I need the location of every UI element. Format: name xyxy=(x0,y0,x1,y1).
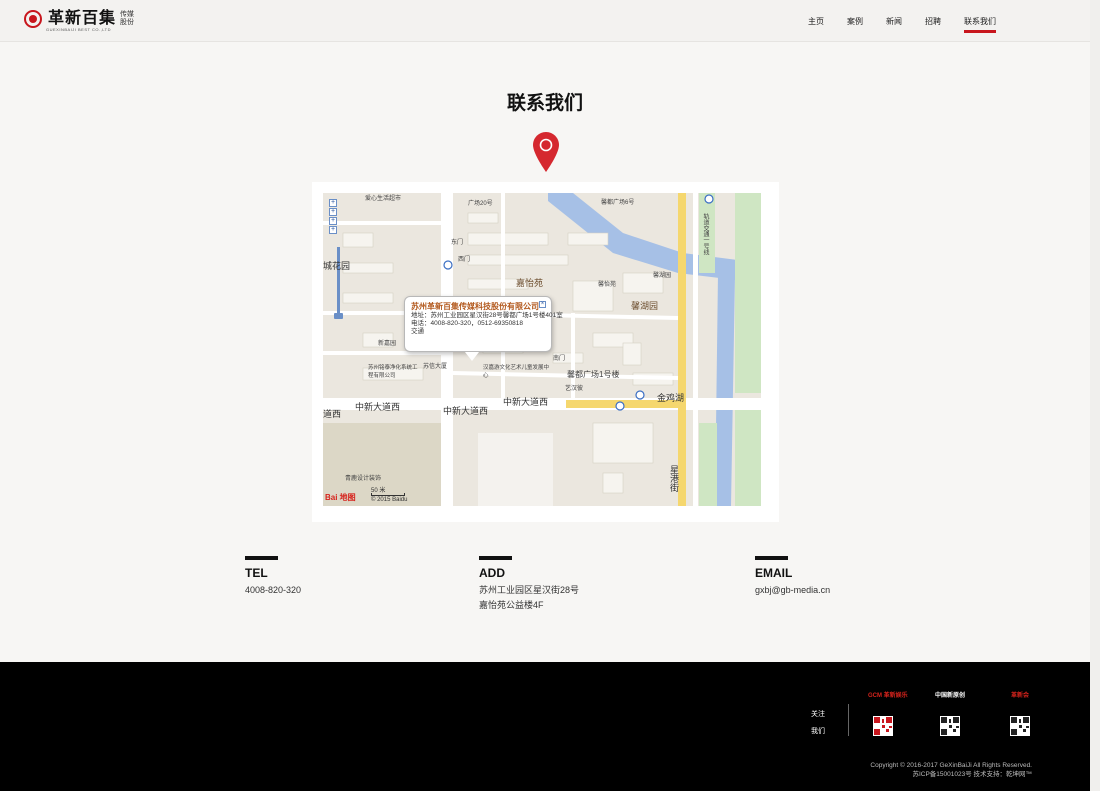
follow-us-label: 关注 我们 xyxy=(811,706,825,740)
copyright-text: Copyright © 2016-2017 GeXinBaiJi All Rig… xyxy=(870,762,1032,769)
map-label: 青鹿设计装饰 xyxy=(345,476,382,482)
info-window-tail xyxy=(465,352,479,361)
map-label: 中新大道西 xyxy=(355,402,401,412)
contact-value: 嘉怡苑公益楼4F xyxy=(479,600,544,610)
social-gcm[interactable]: GCM 革新娱乐 xyxy=(868,692,908,736)
contact-value: 4008-820-320 xyxy=(245,585,302,595)
site-header: 革新百集 传媒 股份 GUEXINBAIJI BEST CO.,LTD 主页 案… xyxy=(0,0,1090,42)
contact-bar xyxy=(755,556,788,560)
nav-news[interactable]: 新闻 xyxy=(886,16,902,27)
close-icon[interactable]: × xyxy=(539,301,546,308)
map-label: 中新大道西 xyxy=(503,397,549,407)
nav-contact[interactable]: 联系我们 xyxy=(964,16,996,33)
nav-cases[interactable]: 案例 xyxy=(847,16,863,27)
map-label: 苏州铭泰净化系统工程有限公司 xyxy=(368,365,418,379)
logo-sub-2: 股份 xyxy=(120,19,135,26)
map-label: 爱心生活超市 xyxy=(365,196,402,202)
logo-text: 革新百集 xyxy=(48,10,117,27)
contact-tel: TEL 4008-820-320 xyxy=(245,556,301,598)
map-label: 馨都广场6号 xyxy=(601,200,635,206)
email-link[interactable]: gxbj@gb-media.cn xyxy=(755,583,830,598)
scrollbar[interactable] xyxy=(1090,0,1100,791)
map-label: 苏信大厦 xyxy=(423,364,448,370)
social-zhongguo[interactable]: 中国新原创 xyxy=(935,692,965,736)
map-scale-bar xyxy=(371,493,405,496)
info-transit[interactable]: 交通 xyxy=(411,328,545,336)
contact-value: 苏州工业园区星汉街28号 xyxy=(479,585,580,595)
logo-subtext: 传媒 股份 xyxy=(120,11,134,27)
logo-mark-icon xyxy=(24,10,42,28)
zhongguo-logo-icon: 中国新原创 xyxy=(935,693,966,699)
zoom-slider-knob[interactable] xyxy=(334,313,343,319)
map-label: 道西 xyxy=(323,409,342,419)
icp-text: 苏ICP备15001023号 技术支持：乾坤网™ xyxy=(912,771,1032,778)
map-label: 西门 xyxy=(458,257,471,263)
logo-sub-1: 传媒 xyxy=(120,11,135,18)
page-title: 联系我们 xyxy=(506,93,583,114)
map-label: 馨湖园 xyxy=(653,273,672,279)
map-label: 新嘉园 xyxy=(378,341,397,347)
gcm-logo-icon: GCM 革新娱乐 xyxy=(868,693,908,699)
contact-bar xyxy=(479,556,512,560)
logo-english: GUEXINBAIJI BEST CO.,LTD xyxy=(46,27,111,32)
baidu-logo[interactable]: Bai 地图 xyxy=(325,492,356,503)
location-pin-icon xyxy=(533,132,559,172)
map-label: 馨怡苑 xyxy=(598,282,617,288)
map-zoom-control: + + + + xyxy=(329,199,349,235)
qr-code-icon[interactable] xyxy=(873,716,893,736)
qr-code-icon[interactable] xyxy=(940,716,960,736)
follow-line-1: 关注 xyxy=(811,711,825,718)
contact-label: ADD xyxy=(479,566,505,580)
contact-bar xyxy=(245,556,278,560)
main-nav: 主页 案例 新闻 招聘 联系我们 xyxy=(785,16,996,33)
footer-copyright: Copyright © 2016-2017 GeXinBaiJi All Rig… xyxy=(870,761,1032,779)
site-logo[interactable]: 革新百集 传媒 股份 xyxy=(24,10,134,28)
map-label: 南门 xyxy=(553,356,566,362)
company-name: 苏州革新百集传媒科技股份有限公司 xyxy=(411,302,539,311)
zoom-slider[interactable] xyxy=(337,247,340,317)
map-label: 东门 xyxy=(451,240,464,246)
map-info-window: 苏州革新百集传媒科技股份有限公司 地址：苏州工业园区星汉街28号馨都广场1号楼4… xyxy=(404,296,563,361)
map-label: 城花园 xyxy=(323,261,351,271)
contact-label: TEL xyxy=(245,566,268,580)
nav-jobs[interactable]: 招聘 xyxy=(925,16,941,27)
info-address: 地址：苏州工业园区星汉街28号馨都广场1号楼401室 xyxy=(411,312,563,319)
contact-address: ADD 苏州工业园区星汉街28号 嘉怡苑公益楼4F xyxy=(479,556,579,613)
gexinhui-logo-icon: 革新会 xyxy=(1010,693,1029,699)
follow-line-2: 我们 xyxy=(811,728,825,735)
map-label: 中新大道西 xyxy=(443,406,489,416)
map-label: 星港街 xyxy=(669,465,679,492)
contact-email: EMAIL gxbj@gb-media.cn xyxy=(755,556,830,598)
map-label: 艺汉彼 xyxy=(565,386,584,392)
map-frame: + + + + 城花园 嘉怡苑 馨湖园 馨湖园 馨怡苑 中新大道西 中新大道西 … xyxy=(312,182,779,522)
map-label: 馨都广场1号楼 xyxy=(567,370,620,379)
zoom-in-button[interactable]: + xyxy=(329,226,337,234)
map-view[interactable]: + + + + 城花园 嘉怡苑 馨湖园 馨湖园 馨怡苑 中新大道西 中新大道西 … xyxy=(323,193,761,506)
contact-label: EMAIL xyxy=(755,566,793,580)
social-gexinhui[interactable]: 革新会 xyxy=(1005,692,1035,736)
map-label: 汉嘉游文化艺术儿童发展中心 xyxy=(483,365,550,379)
map-label: 嘉怡苑 xyxy=(516,278,544,288)
site-footer: 关注 我们 GCM 革新娱乐 中国新原创 革新会 Copyright © 201… xyxy=(0,662,1090,791)
map-label: 轨道交通一号线 xyxy=(702,213,708,255)
map-copyright: © 2015 Baidu xyxy=(371,497,408,503)
footer-divider xyxy=(848,704,849,736)
pan-left-button[interactable]: + xyxy=(329,208,337,216)
pan-down-button[interactable]: + xyxy=(329,217,337,225)
pan-up-button[interactable]: + xyxy=(329,199,337,207)
map-label: 金鸡湖 xyxy=(657,393,685,403)
info-phone: 电话：4008-820-320，0512-69350818 xyxy=(411,320,524,327)
nav-home[interactable]: 主页 xyxy=(808,16,824,27)
map-label: 广场20号 xyxy=(468,201,493,207)
map-label: 馨湖园 xyxy=(631,301,659,311)
qr-code-icon[interactable] xyxy=(1010,716,1030,736)
